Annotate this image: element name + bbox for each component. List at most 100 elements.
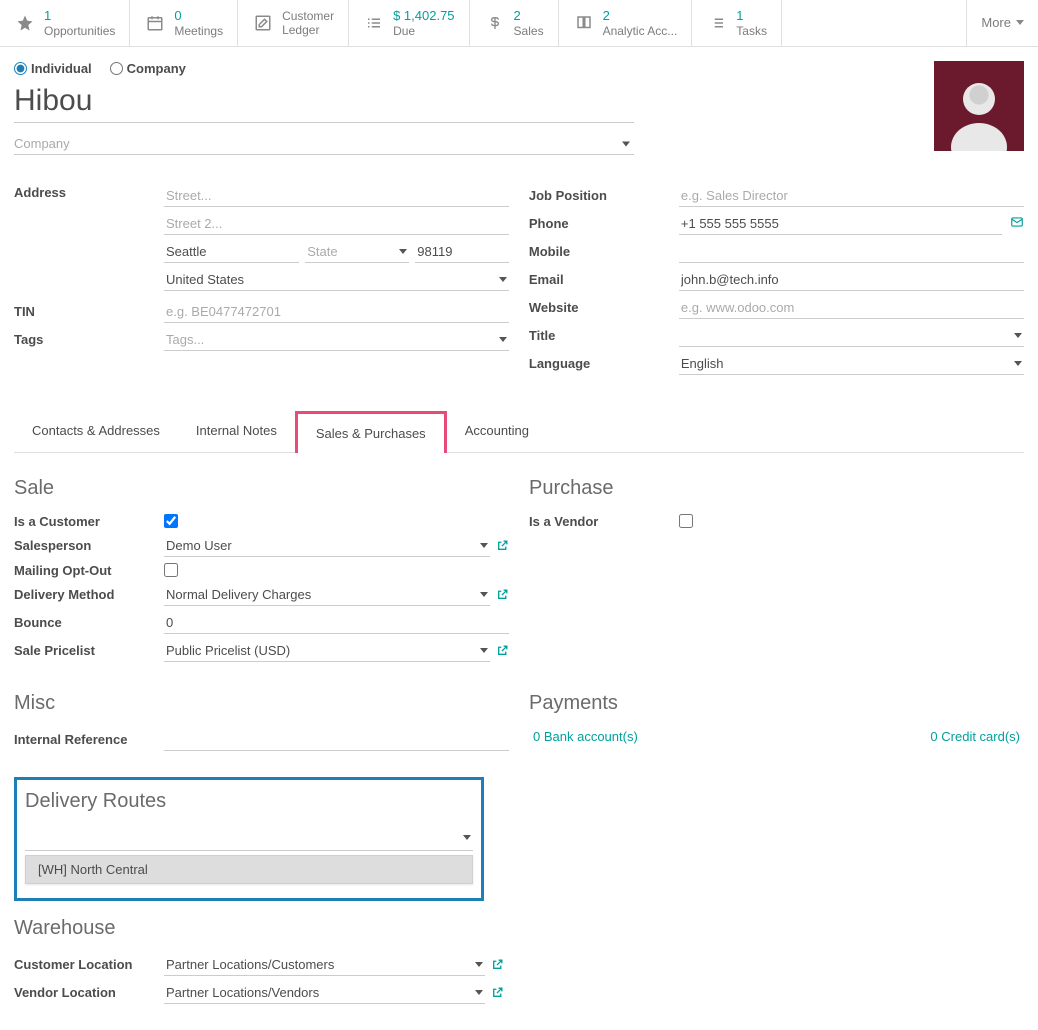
stat-tasks[interactable]: 1Tasks: [692, 0, 782, 46]
external-link-icon[interactable]: [496, 539, 509, 552]
delivery-method-label: Delivery Method: [14, 587, 164, 602]
more-label: More: [981, 15, 1011, 30]
street2-input[interactable]: [166, 216, 507, 231]
customer-loc-label: Customer Location: [14, 957, 164, 972]
language-input[interactable]: [681, 356, 1022, 371]
zip-input[interactable]: [417, 244, 507, 259]
country-input[interactable]: [166, 272, 507, 287]
stat-due[interactable]: $ 1,402.75Due: [349, 0, 469, 46]
delivery-method-input[interactable]: [166, 587, 488, 602]
title-input[interactable]: [681, 328, 1022, 343]
stat-value: 2: [514, 8, 544, 24]
tab-accounting[interactable]: Accounting: [447, 411, 547, 452]
customer-loc-input[interactable]: [166, 957, 483, 972]
internal-ref-label: Internal Reference: [14, 732, 164, 747]
radio-label: Individual: [31, 61, 92, 76]
email-label: Email: [529, 272, 679, 287]
tags-input[interactable]: [166, 332, 507, 347]
website-label: Website: [529, 300, 679, 315]
warehouse-heading: Warehouse: [14, 917, 504, 940]
stat-value: 0: [174, 8, 223, 24]
stat-label: Customer: [282, 9, 334, 23]
title-label: Title: [529, 328, 679, 343]
stat-label: Meetings: [174, 24, 223, 38]
payments-heading: Payments: [529, 692, 1024, 715]
stat-label: Tasks: [736, 24, 767, 38]
tabs: Contacts & Addresses Internal Notes Sale…: [14, 411, 1024, 453]
bank-accounts-link[interactable]: 0 Bank account(s): [533, 729, 638, 744]
stat-sales[interactable]: 2Sales: [470, 0, 559, 46]
salesperson-input[interactable]: [166, 538, 488, 553]
street-input[interactable]: [166, 188, 507, 203]
tab-contacts[interactable]: Contacts & Addresses: [14, 411, 178, 452]
sms-icon[interactable]: [1010, 215, 1024, 232]
stat-ledger[interactable]: CustomerLedger: [238, 0, 349, 46]
language-label: Language: [529, 356, 679, 371]
bounce-label: Bounce: [14, 615, 164, 630]
person-icon: [939, 71, 1019, 151]
route-option[interactable]: [WH] North Central: [25, 855, 473, 884]
tin-label: TIN: [14, 304, 164, 319]
stat-label: Due: [393, 24, 454, 38]
dropdown-icon: [1016, 20, 1024, 25]
company-select[interactable]: Company: [14, 133, 634, 155]
star-icon: [14, 12, 36, 34]
mobile-input[interactable]: [681, 244, 1022, 259]
list-icon: [363, 12, 385, 34]
phone-input[interactable]: [681, 216, 1000, 231]
placeholder: Company: [14, 136, 70, 151]
external-link-icon[interactable]: [496, 588, 509, 601]
stat-meetings[interactable]: 0Meetings: [130, 0, 238, 46]
external-link-icon[interactable]: [491, 986, 504, 999]
city-input[interactable]: [166, 244, 297, 259]
vendor-loc-input[interactable]: [166, 985, 483, 1000]
bounce-input[interactable]: [166, 615, 507, 630]
mailing-label: Mailing Opt-Out: [14, 563, 164, 578]
vendor-loc-label: Vendor Location: [14, 985, 164, 1000]
email-input[interactable]: [681, 272, 1022, 287]
external-link-icon[interactable]: [496, 644, 509, 657]
misc-heading: Misc: [14, 692, 509, 715]
stat-value: 2: [603, 8, 678, 24]
route-select[interactable]: [25, 829, 473, 851]
job-input[interactable]: [681, 188, 1022, 203]
is-vendor-label: Is a Vendor: [529, 514, 679, 529]
stat-more[interactable]: More: [967, 0, 1038, 46]
mobile-label: Mobile: [529, 244, 679, 259]
stat-analytic[interactable]: 2Analytic Acc...: [559, 0, 693, 46]
pencil-square-icon: [252, 12, 274, 34]
is-vendor-checkbox[interactable]: [679, 514, 693, 528]
is-customer-label: Is a Customer: [14, 514, 164, 529]
stat-value: $ 1,402.75: [393, 8, 454, 24]
tab-notes[interactable]: Internal Notes: [178, 411, 295, 452]
pricelist-input[interactable]: [166, 643, 488, 658]
tags-label: Tags: [14, 332, 164, 347]
phone-label: Phone: [529, 216, 679, 231]
stat-value: 1: [44, 8, 115, 24]
dollar-icon: [484, 12, 506, 34]
state-input[interactable]: [307, 244, 407, 259]
internal-ref-input[interactable]: [166, 732, 507, 747]
tasks-icon: [706, 12, 728, 34]
contact-type-radio: Individual Company: [14, 61, 1024, 76]
stat-label: Analytic Acc...: [603, 24, 678, 38]
avatar[interactable]: [934, 61, 1024, 151]
credit-cards-link[interactable]: 0 Credit card(s): [930, 729, 1020, 744]
salesperson-label: Salesperson: [14, 538, 164, 553]
contact-name-input[interactable]: [14, 80, 634, 123]
mailing-checkbox[interactable]: [164, 563, 178, 577]
website-input[interactable]: [681, 300, 1022, 315]
radio-company[interactable]: Company: [110, 61, 186, 76]
delivery-routes-box: Delivery Routes [WH] North Central: [14, 777, 484, 901]
tin-input[interactable]: [166, 304, 507, 319]
book-icon: [573, 12, 595, 34]
is-customer-checkbox[interactable]: [164, 514, 178, 528]
tab-sales[interactable]: Sales & Purchases: [295, 411, 447, 453]
stat-label: Ledger: [282, 23, 334, 37]
stat-label: Opportunities: [44, 24, 115, 38]
radio-individual[interactable]: Individual: [14, 61, 92, 76]
pricelist-label: Sale Pricelist: [14, 643, 164, 658]
external-link-icon[interactable]: [491, 958, 504, 971]
stat-opportunities[interactable]: 1Opportunities: [0, 0, 130, 46]
stat-label: Sales: [514, 24, 544, 38]
